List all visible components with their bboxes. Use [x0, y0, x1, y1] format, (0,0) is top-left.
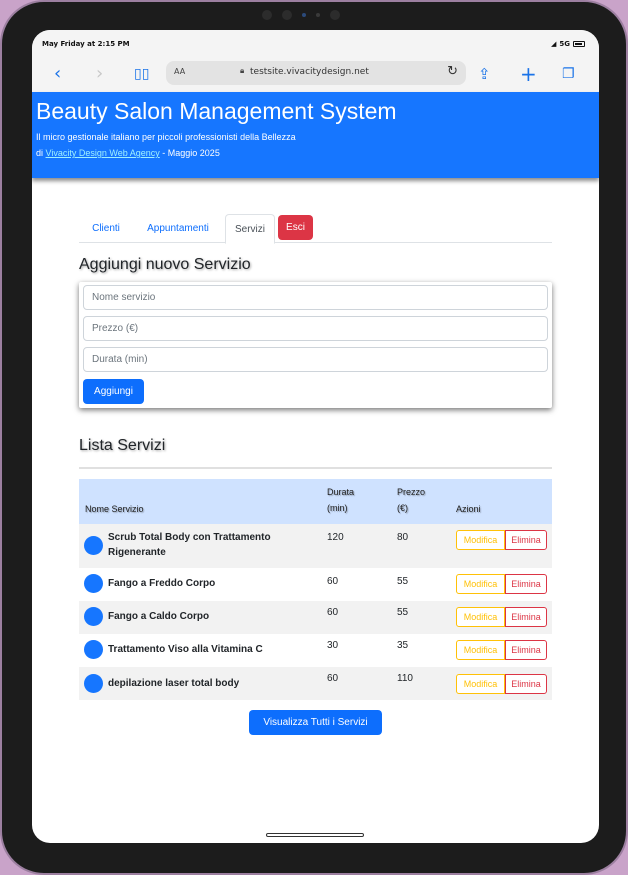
header-name: Nome Servizio	[85, 504, 144, 514]
delete-button[interactable]: Elimina	[505, 674, 547, 694]
service-avatar	[84, 607, 103, 626]
service-price: 55	[397, 607, 409, 618]
edit-button[interactable]: Modifica	[456, 574, 505, 594]
signal-label: 5G	[559, 40, 570, 48]
service-duration: 120	[327, 532, 344, 543]
camera-sensor	[316, 13, 320, 17]
add-service-form: Nome servizio Prezzo (€) Durata (min) Ag…	[79, 282, 552, 408]
add-service-button[interactable]: Aggiungi	[83, 379, 144, 404]
service-avatar	[84, 574, 103, 593]
service-name-input[interactable]: Nome servizio	[83, 285, 548, 310]
credit-suffix: - Maggio 2025	[162, 148, 220, 158]
battery-icon	[573, 41, 585, 47]
nav-tabs: Clienti Appuntamenti Servizi Esci	[79, 214, 552, 244]
service-name: Fango a Freddo Corpo	[108, 578, 216, 589]
view-all-services-button[interactable]: Visualizza Tutti i Servizi	[249, 710, 382, 735]
credit-link[interactable]: Vivacity Design Web Agency	[46, 148, 160, 158]
service-duration: 60	[327, 576, 339, 587]
service-duration: 60	[327, 607, 339, 618]
service-duration: 30	[327, 640, 339, 651]
home-indicator	[266, 833, 364, 837]
status-bar: May Friday at 2:15 PM ◢ 5G	[32, 30, 599, 58]
tab-servizi[interactable]: Servizi	[225, 214, 275, 244]
text-size-button[interactable]: AA	[174, 67, 185, 76]
address-bar[interactable]: AA 🔒︎ testsite.vivacitydesign.net ↻	[166, 61, 466, 85]
url-text[interactable]: testsite.vivacitydesign.net	[250, 67, 369, 77]
service-avatar	[84, 536, 103, 555]
camera-bar	[262, 10, 340, 20]
delete-button[interactable]: Elimina	[505, 574, 547, 594]
service-duration: 60	[327, 673, 339, 684]
camera-lens	[330, 10, 340, 20]
service-list-title: Lista Servizi	[79, 437, 166, 454]
camera-indicator	[302, 13, 306, 17]
edit-button[interactable]: Modifica	[456, 530, 505, 550]
app-credit: di Vivacity Design Web Agency - Maggio 2…	[36, 148, 220, 158]
share-icon[interactable]: ⇪	[478, 61, 491, 87]
back-icon[interactable]: ‹	[54, 61, 61, 87]
lock-icon: 🔒︎	[240, 66, 245, 75]
camera-lens	[262, 10, 272, 20]
delete-button[interactable]: Elimina	[505, 607, 547, 627]
service-duration-input[interactable]: Durata (min)	[83, 347, 548, 372]
service-name-line: Scrub Total Body con Trattamento	[108, 532, 271, 543]
status-time: May Friday at 2:15 PM	[42, 40, 130, 48]
header-duration-unit: (min)	[327, 503, 348, 513]
edit-button[interactable]: Modifica	[456, 640, 505, 660]
service-name-line: Rigenerante	[108, 547, 166, 558]
tabs-icon[interactable]: ❐	[562, 61, 575, 87]
edit-button[interactable]: Modifica	[456, 674, 505, 694]
service-name: Scrub Total Body con Trattamento Rigener…	[108, 530, 271, 560]
credit-prefix: di	[36, 148, 44, 158]
camera-lens	[282, 10, 292, 20]
service-price: 55	[397, 576, 409, 587]
forward-icon[interactable]: ›	[96, 61, 103, 87]
header-duration: Durata	[327, 487, 355, 497]
tab-clienti[interactable]: Clienti	[79, 214, 133, 243]
status-indicators: ◢ 5G	[551, 40, 585, 48]
browser-toolbar: ‹ › ▯▯ AA 🔒︎ testsite.vivacitydesign.net…	[32, 58, 599, 92]
delete-button[interactable]: Elimina	[505, 530, 547, 550]
reload-icon[interactable]: ↻	[447, 64, 458, 79]
add-service-title: Aggiungi nuovo Servizio	[79, 256, 251, 273]
page-title: Beauty Salon Management System	[36, 98, 397, 124]
header-price: Prezzo	[397, 487, 426, 497]
service-price: 110	[397, 673, 413, 684]
header-price-unit: (€)	[397, 503, 408, 513]
table-row: Trattamento Viso alla Vitamina C 30 35 M…	[79, 634, 552, 667]
wifi-icon: ◢	[550, 40, 557, 48]
service-avatar	[84, 640, 103, 659]
header-actions: Azioni	[456, 504, 481, 514]
service-name: Fango a Caldo Corpo	[108, 611, 210, 622]
table-row: Scrub Total Body con Trattamento Rigener…	[79, 524, 552, 568]
service-price-input[interactable]: Prezzo (€)	[83, 316, 548, 341]
delete-button[interactable]: Elimina	[505, 640, 547, 660]
tab-appuntamenti[interactable]: Appuntamenti	[137, 214, 219, 243]
table-header: Nome Servizio Durata (min) Prezzo (€) Az…	[79, 479, 552, 524]
app-subtitle: Il micro gestionale italiano per piccoli…	[36, 132, 296, 142]
screen: May Friday at 2:15 PM ◢ 5G ‹ › ▯▯ AA 🔒︎ …	[32, 30, 599, 843]
divider	[79, 467, 552, 469]
bookmarks-icon[interactable]: ▯▯	[134, 61, 149, 87]
service-price: 80	[397, 532, 409, 543]
service-avatar	[84, 674, 103, 693]
service-name: Trattamento Viso alla Vitamina C	[108, 644, 263, 655]
service-name: depilazione laser total body	[108, 678, 240, 689]
services-table: Nome Servizio Durata (min) Prezzo (€) Az…	[79, 479, 552, 700]
new-tab-icon[interactable]: +	[520, 61, 537, 87]
table-row: Fango a Caldo Corpo 60 55 Modifica Elimi…	[79, 601, 552, 634]
edit-button[interactable]: Modifica	[456, 607, 505, 627]
app-header: Beauty Salon Management System Il micro …	[32, 92, 599, 178]
table-row: Fango a Freddo Corpo 60 55 Modifica Elim…	[79, 568, 552, 601]
logout-button[interactable]: Esci	[278, 215, 313, 240]
service-price: 35	[397, 640, 409, 651]
table-row: depilazione laser total body 60 110 Modi…	[79, 667, 552, 700]
